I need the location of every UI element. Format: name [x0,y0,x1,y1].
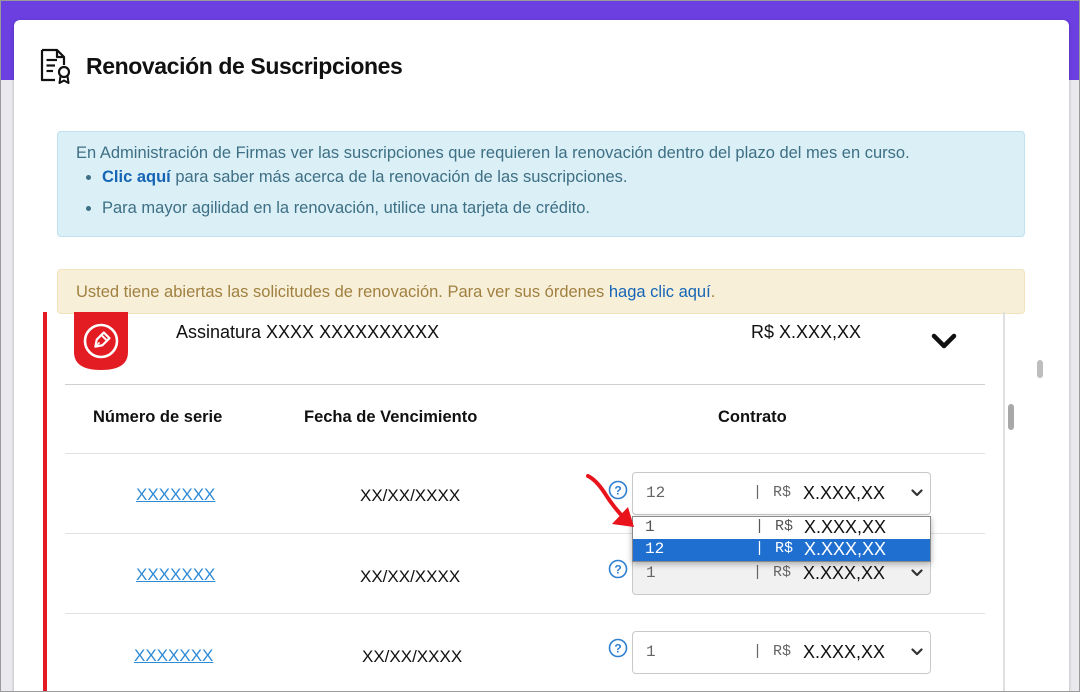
contract-price: X.XXX,XX [803,642,886,662]
option-price: X.XXX,XX [804,517,887,537]
panel-divider [65,384,985,385]
panel-scrollbar[interactable] [1008,404,1014,430]
option-currency: R$ [775,540,794,557]
expiry-date: XX/XX/XXXX [360,567,461,586]
info-alert-item: Clic aquí para saber más acerca de la re… [102,166,1006,188]
annotation-arrow-icon [586,474,634,527]
contract-select[interactable]: 1 | R$ X.XXX,XX [632,631,931,674]
view-orders-link[interactable]: haga clic aquí [609,283,711,301]
info-alert-intro: En Administración de Firmas ver las susc… [76,144,910,162]
column-header-serial: Número de serie [93,408,223,426]
row-divider [65,613,985,614]
column-header-expiry: Fecha de Vencimiento [304,408,478,426]
expiry-date: XX/XX/XXXX [360,486,461,505]
option-separator: | [755,518,765,535]
expiry-date: XX/XX/XXXX [362,647,463,666]
row-divider [65,453,985,454]
dropdown-option-selected[interactable]: 12 | R$ X.XXX,XX [633,539,930,561]
chevron-down-icon[interactable] [931,332,957,350]
info-alert-item: Para mayor agilidad en la renovación, ut… [102,197,1006,219]
serial-number-link[interactable]: XXXXXXX [136,485,215,505]
panel-right-border [1003,312,1005,692]
contract-currency: R$ [773,484,792,501]
product-name: Assinatura XXXX XXXXXXXXXX [176,322,440,342]
svg-text:?: ? [614,642,621,656]
option-separator: | [755,540,765,557]
dropdown-option[interactable]: 1 | R$ X.XXX,XX [633,517,930,539]
contract-term: 1 [646,643,656,661]
product-price: R$ X.XXX,XX [751,322,862,342]
warning-alert-suffix: . [710,283,716,301]
serial-number-link[interactable]: XXXXXXX [134,646,213,666]
certificate-document-icon [40,48,71,84]
option-currency: R$ [775,518,794,535]
contract-separator: | [753,564,763,581]
option-term: 12 [645,540,665,558]
info-alert-list: Clic aquí para saber más acerca de la re… [76,166,1006,219]
contract-term: 1 [646,564,656,582]
pen-nib-icon [74,312,128,370]
column-header-contract: Contrato [718,408,787,426]
info-alert: En Administración de Firmas ver las susc… [57,131,1025,237]
contract-select[interactable]: 12 | R$ X.XXX,XX [632,472,931,515]
option-term: 1 [645,518,655,536]
page-title: Renovación de Suscripciones [86,52,403,79]
warning-alert-text: Usted tiene abiertas las solicitudes de … [76,283,609,301]
serial-number-link[interactable]: XXXXXXX [136,565,215,585]
contract-price: X.XXX,XX [803,483,886,503]
help-icon[interactable]: ? [608,559,628,579]
contract-separator: | [753,484,763,501]
contract-term: 12 [646,484,666,502]
page-scrollbar[interactable] [1037,360,1043,378]
contract-separator: | [753,643,763,660]
chevron-down-icon [911,569,923,577]
info-alert-item-text: para saber más acerca de la renovación d… [170,168,628,186]
warning-alert: Usted tiene abiertas las solicitudes de … [57,269,1025,314]
contract-dropdown-list: 1 | R$ X.XXX,XX 12 | R$ X.XXX,XX [632,516,931,562]
contract-currency: R$ [773,643,792,660]
option-price: X.XXX,XX [804,539,887,559]
contract-currency: R$ [773,564,792,581]
page-header: Renovación de Suscripciones [38,46,403,86]
chevron-down-icon [911,489,923,497]
chevron-down-icon [911,648,923,656]
contract-price: X.XXX,XX [803,563,886,583]
info-alert-item-text: Para mayor agilidad en la renovación, ut… [102,199,590,217]
help-icon[interactable]: ? [608,638,628,658]
learn-more-link[interactable]: Clic aquí [102,168,171,186]
svg-text:?: ? [614,563,621,577]
